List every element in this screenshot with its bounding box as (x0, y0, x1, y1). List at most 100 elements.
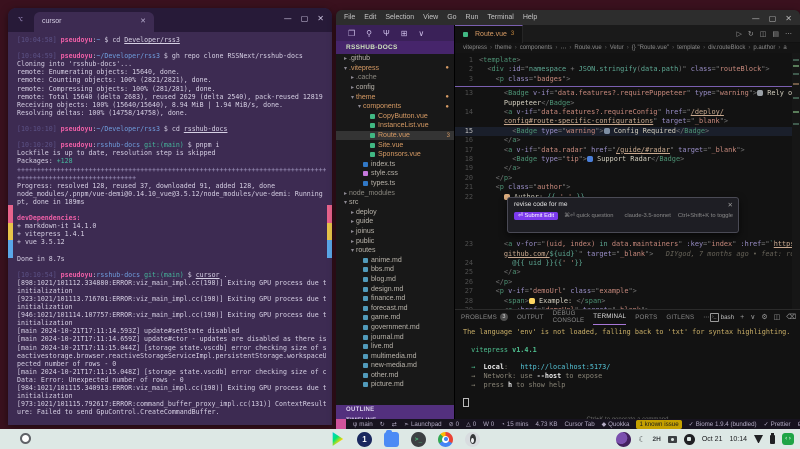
tree-item-copybutton-vue[interactable]: CopyButton.vue (336, 112, 454, 122)
panel-tab-ports[interactable]: PORTS (635, 310, 657, 324)
maximize-icon[interactable]: ▢ (769, 14, 777, 24)
do-not-disturb-icon[interactable]: ☾ (638, 435, 645, 444)
maximize-icon[interactable]: ▢ (301, 14, 309, 24)
code-line[interactable]: 1<template> (455, 56, 792, 65)
search-icon[interactable]: ⚲ (366, 29, 372, 38)
panel-tab-problems[interactable]: PROBLEMS3 (461, 310, 508, 324)
screen-capture-icon[interactable] (668, 436, 677, 443)
tree-item-config[interactable]: ▸config (336, 83, 454, 93)
tray-date[interactable]: Oct 21 (702, 436, 723, 443)
code-line[interactable]: 19 </a> (455, 164, 792, 173)
status-item-15-mins[interactable]: ◔15 mins (501, 421, 528, 428)
breadcrumb-item[interactable]: ⋯ (560, 45, 566, 52)
code-line[interactable]: 23 <a v-for="(uid, index) in data.mainta… (455, 240, 792, 249)
tree-item-joinus[interactable]: ▸joinus (336, 227, 454, 237)
files-icon[interactable] (384, 432, 399, 447)
breadcrumb-item[interactable]: p.author (753, 45, 775, 51)
menu-selection[interactable]: Selection (385, 14, 414, 21)
status-item-cursor-tab[interactable]: Cursor Tab (564, 421, 594, 428)
outline-section-header[interactable]: OUTLINE (336, 405, 454, 416)
tree-item-theme[interactable]: ▾theme● (336, 92, 454, 102)
tree-item-government-md[interactable]: government.md (336, 323, 454, 333)
close-icon[interactable]: ✕ (785, 14, 792, 24)
minimap[interactable] (792, 53, 800, 309)
minimize-icon[interactable]: — (284, 14, 292, 24)
tree-item-deploy[interactable]: ▸deploy (336, 208, 454, 218)
terminal-icon[interactable]: >_ (411, 432, 426, 447)
code-line[interactable]: 15 <Badge type="warning"> Config Require… (455, 127, 792, 136)
tray-time[interactable]: 10:14 (729, 436, 747, 443)
code-line[interactable]: 28 <span> Example: </span> (455, 297, 792, 306)
split-icon[interactable]: ◫ (774, 313, 781, 321)
wifi-icon[interactable] (754, 435, 763, 443)
breadcrumb-item[interactable]: Route.vue (574, 45, 601, 51)
tree-item-guide[interactable]: ▸guide (336, 217, 454, 227)
chevron-down-icon[interactable]: ∨ (750, 313, 755, 321)
tree-item--cache[interactable]: ▸.cache (336, 73, 454, 83)
breadcrumb-item[interactable]: a (783, 45, 786, 51)
code-line[interactable]: 13 <Badge v-if="data.features?.requirePu… (455, 89, 792, 98)
code-line[interactable]: 27 <p v-if="demoUrl" class="example"> (455, 287, 792, 296)
tree-item-anime-md[interactable]: anime.md (336, 255, 454, 265)
folded-region-divider[interactable] (455, 86, 792, 87)
menu-terminal[interactable]: Terminal (487, 14, 513, 21)
tree-item--vitepress[interactable]: ▾.vitepress● (336, 64, 454, 74)
menu-edit[interactable]: Edit (364, 14, 376, 21)
chrome-icon[interactable] (438, 432, 453, 447)
code-line[interactable]: 20 </p> (455, 174, 792, 183)
linux-penguin-icon[interactable] (465, 432, 480, 447)
menu-run[interactable]: Run (466, 14, 479, 21)
breadcrumb-item[interactable]: theme (495, 45, 512, 51)
tree-item-public[interactable]: ▸public (336, 236, 454, 246)
breadcrumb-item[interactable]: div.routeBlock (708, 45, 745, 51)
layout-icon[interactable]: ▤ (772, 30, 779, 38)
tree-item-blog-md[interactable]: blog.md (336, 275, 454, 285)
status-item-4-73-kb[interactable]: 4.73 KB (535, 421, 557, 428)
breadcrumb-item[interactable]: components (520, 45, 553, 51)
source-control-icon[interactable]: Ψ (383, 29, 390, 38)
cursor-app-icon[interactable] (616, 432, 631, 447)
tree-item-bbs-md[interactable]: bbs.md (336, 265, 454, 275)
integrated-terminal[interactable]: The language 'env' is not loaded, fallin… (455, 324, 800, 416)
play-icon[interactable]: ▷ (736, 30, 741, 38)
plus-icon[interactable]: + (740, 314, 744, 321)
tree-item-index-ts[interactable]: index.ts (336, 160, 454, 170)
breadcrumb[interactable]: vitepress›theme›components›⋯›Route.vue›V… (455, 43, 800, 53)
tree-item-live-md[interactable]: live.md (336, 342, 454, 352)
tree-item-other-md[interactable]: other.md (336, 371, 454, 381)
code-line[interactable]: github.com/${uid}`" target="_blank"> DIY… (455, 250, 792, 259)
1password-icon[interactable]: 1 (357, 432, 372, 447)
code-line[interactable]: 2 <div :id="namespace + JSON.stringify(d… (455, 65, 792, 74)
code-line[interactable]: 21 <p class="author"> (455, 183, 792, 192)
tree-item-routes[interactable]: ▾routes (336, 246, 454, 256)
code-line[interactable]: 26 </p> (455, 278, 792, 287)
status-circle-icon[interactable] (684, 434, 695, 445)
tree-item--github[interactable]: ▸.github (336, 54, 454, 64)
status-item-1-known-issue[interactable]: 1 known issue (636, 420, 681, 429)
launcher-button[interactable] (20, 433, 31, 444)
tree-item-components[interactable]: ▾components● (336, 102, 454, 112)
tree-item-route-vue[interactable]: Route.vue3 (336, 131, 454, 141)
status-item-biome-1-9-4-bundled-[interactable]: ✓Biome 1.9.4 (bundled) (689, 421, 757, 428)
tab-route-vue[interactable]: Route.vue 3 (455, 25, 523, 43)
status-item-0[interactable]: ⊘0 (449, 421, 459, 428)
explorer-project-header[interactable]: RSSHUB-DOCS (336, 41, 454, 54)
crostini-code-icon[interactable]: ‹› (782, 433, 794, 445)
tree-item-picture-md[interactable]: picture.md (336, 380, 454, 390)
tree-item-types-ts[interactable]: types.ts (336, 179, 454, 189)
status-item-prettier[interactable]: ✓Prettier (764, 421, 791, 428)
status-item-sync[interactable]: ↻ (380, 421, 385, 428)
code-line[interactable]: 14 <a v-if="data.features?.requireConfig… (455, 108, 792, 117)
tree-item-sponsors-vue[interactable]: Sponsors.vue (336, 150, 454, 160)
panel-tab-output[interactable]: OUTPUT (517, 310, 544, 324)
close-icon[interactable]: ✕ (728, 201, 733, 209)
minimize-icon[interactable]: — (752, 14, 760, 24)
status-item--[interactable]: ⇄ (392, 421, 397, 428)
trash-icon[interactable]: ⌫ (786, 313, 796, 321)
menu-help[interactable]: Help (523, 14, 537, 21)
terminal-output[interactable]: [10:04:58] pseudoyu:~ $ cd Developer/rss… (17, 36, 326, 421)
history-icon[interactable]: ↻ (748, 30, 754, 38)
terminal-menu-icon[interactable]: ⌥ (18, 15, 23, 24)
terminal-tab[interactable]: cursor ✕ (34, 12, 154, 32)
play-store-icon[interactable] (330, 432, 345, 447)
